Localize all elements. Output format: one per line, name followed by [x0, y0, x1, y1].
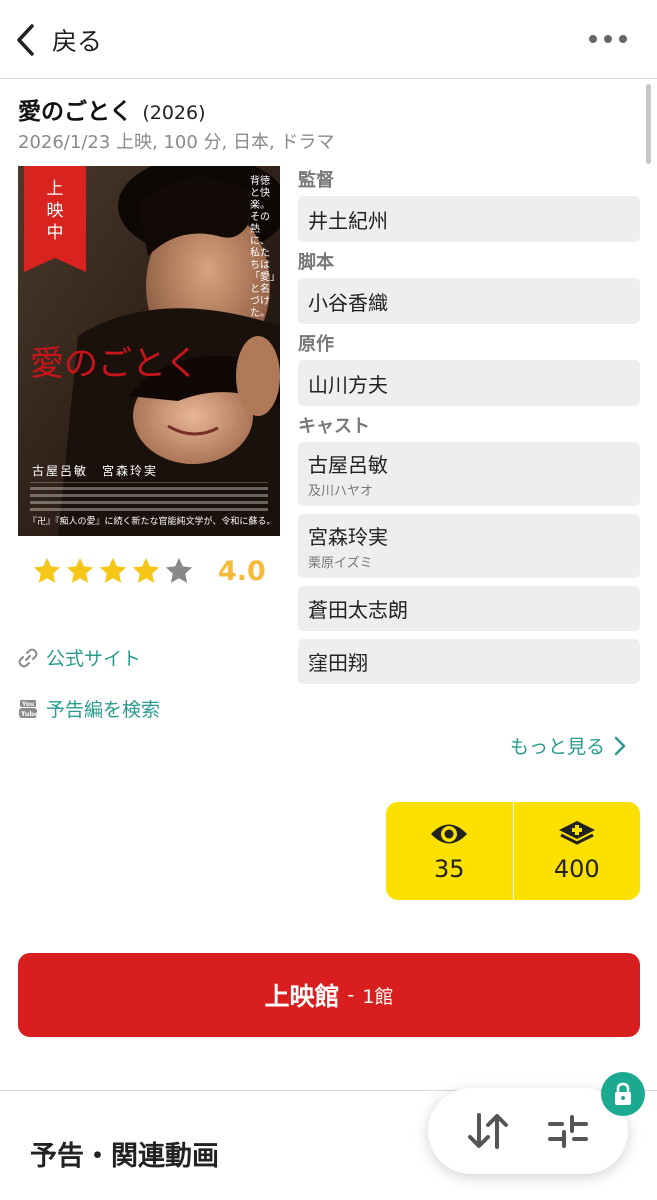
poster-credits: [30, 482, 268, 513]
star-filled-icon: [66, 557, 94, 583]
movie-year: (2026): [142, 102, 206, 124]
poster-copy: 『卍』『痴人の愛』に続く新たな官能純文学が、令和に蘇る。: [28, 517, 276, 527]
search-trailer-label: 予告編を検索: [46, 699, 161, 721]
sort-icon: [468, 1113, 508, 1149]
floating-action-bar: [428, 1088, 628, 1174]
movie-title: 愛のごとく: [18, 99, 133, 125]
movie-meta: 2026/1/23 上映, 100 分, 日本, ドラマ: [18, 132, 335, 153]
watched-button[interactable]: 35: [386, 802, 513, 900]
star-filled-icon: [132, 557, 160, 583]
star-filled-icon: [99, 557, 127, 583]
search-trailer-link[interactable]: You Tube 予告編を検索: [18, 695, 160, 722]
watched-count: 35: [433, 855, 465, 883]
poster-cast: 古屋呂敏 宮森玲実: [32, 464, 159, 478]
director-name: 井土紀州: [308, 208, 388, 233]
original-chip[interactable]: 山川方夫: [298, 360, 640, 406]
lock-icon: [615, 1082, 631, 1105]
rating: 4.0: [32, 556, 266, 590]
cast-name: 蒼田太志朗: [308, 598, 408, 622]
poster-title: 愛のごとく: [30, 344, 199, 384]
theaters-label: 上映館: [264, 982, 340, 1011]
cast-chip[interactable]: 蒼田太志朗: [298, 586, 640, 631]
svg-text:Tube: Tube: [21, 710, 38, 718]
theaters-count: 1館: [362, 985, 394, 1008]
cast-chip[interactable]: 古屋呂敏 及川ハヤオ: [298, 442, 640, 506]
official-site-label: 公式サイト: [46, 648, 142, 670]
credits-panel: 監督 井土紀州 脚本 小谷香織 原作 山川方夫 キャスト 古屋呂敏 及川ハヤオ …: [298, 168, 640, 692]
cast-role: 栗原イズミ: [308, 556, 373, 571]
chevron-right-icon: [614, 736, 626, 755]
svg-text:You: You: [21, 701, 34, 708]
rating-stars: [32, 556, 197, 590]
cast-role: 及川ハヤオ: [308, 484, 374, 499]
more-dots-icon[interactable]: [589, 29, 627, 49]
movie-poster[interactable]: 上 映 中 背徳と快楽。その熱に、私たちは「愛」と名づけた。 愛のごとく 古屋呂…: [18, 166, 280, 536]
stats-panel: 35 400: [386, 802, 640, 900]
related-videos-heading: 予告・関連動画: [30, 1141, 219, 1172]
director-chip[interactable]: 井土紀州: [298, 196, 640, 242]
director-label: 監督: [298, 170, 334, 191]
see-more-label: もっと見る: [509, 736, 605, 758]
back-label: 戻る: [52, 27, 103, 56]
writer-chip[interactable]: 小谷香織: [298, 278, 640, 324]
see-more-link[interactable]: もっと見る: [510, 732, 627, 759]
poster-tagline: 背徳と快楽。その熱に、私たちは「愛」と名づけた。: [250, 176, 280, 319]
filter-button[interactable]: [538, 1101, 598, 1161]
page-title: 愛のごとく (2026): [18, 92, 206, 126]
sort-button[interactable]: [458, 1101, 518, 1161]
theaters-separator: -: [347, 984, 355, 1006]
writer-name: 小谷香織: [308, 290, 388, 315]
cast-label: キャスト: [298, 416, 370, 437]
lock-button[interactable]: [601, 1072, 645, 1116]
youtube-icon: You Tube: [19, 699, 38, 718]
writer-label: 脚本: [298, 252, 334, 273]
link-icon: [18, 648, 38, 667]
cast-chip[interactable]: 宮森玲実 栗原イズミ: [298, 514, 640, 578]
back-button[interactable]: 戻る: [14, 20, 102, 60]
original-name: 山川方夫: [308, 372, 388, 397]
star-empty-icon: [165, 557, 193, 583]
eye-icon: [431, 824, 468, 844]
official-site-link[interactable]: 公式サイト: [18, 644, 141, 671]
cast-name: 古屋呂敏: [308, 453, 388, 477]
add-stack-icon: [558, 821, 595, 845]
original-label: 原作: [298, 334, 334, 355]
want-to-watch-button[interactable]: 400: [512, 802, 641, 900]
chevron-left-icon: [17, 24, 34, 56]
rating-value: 4.0: [218, 556, 266, 587]
filter-icon: [548, 1115, 588, 1148]
cast-name: 窪田翔: [308, 651, 368, 675]
cast-name: 宮森玲実: [308, 525, 388, 549]
cast-chip[interactable]: 窪田翔: [298, 639, 640, 684]
theaters-button[interactable]: 上映館 - 1館: [18, 953, 640, 1037]
star-filled-icon: [33, 557, 61, 583]
want-count: 400: [553, 855, 600, 883]
now-showing-badge: 上 映 中: [24, 166, 86, 272]
scrollbar[interactable]: [646, 84, 651, 164]
top-bar: 戻る: [0, 0, 657, 79]
